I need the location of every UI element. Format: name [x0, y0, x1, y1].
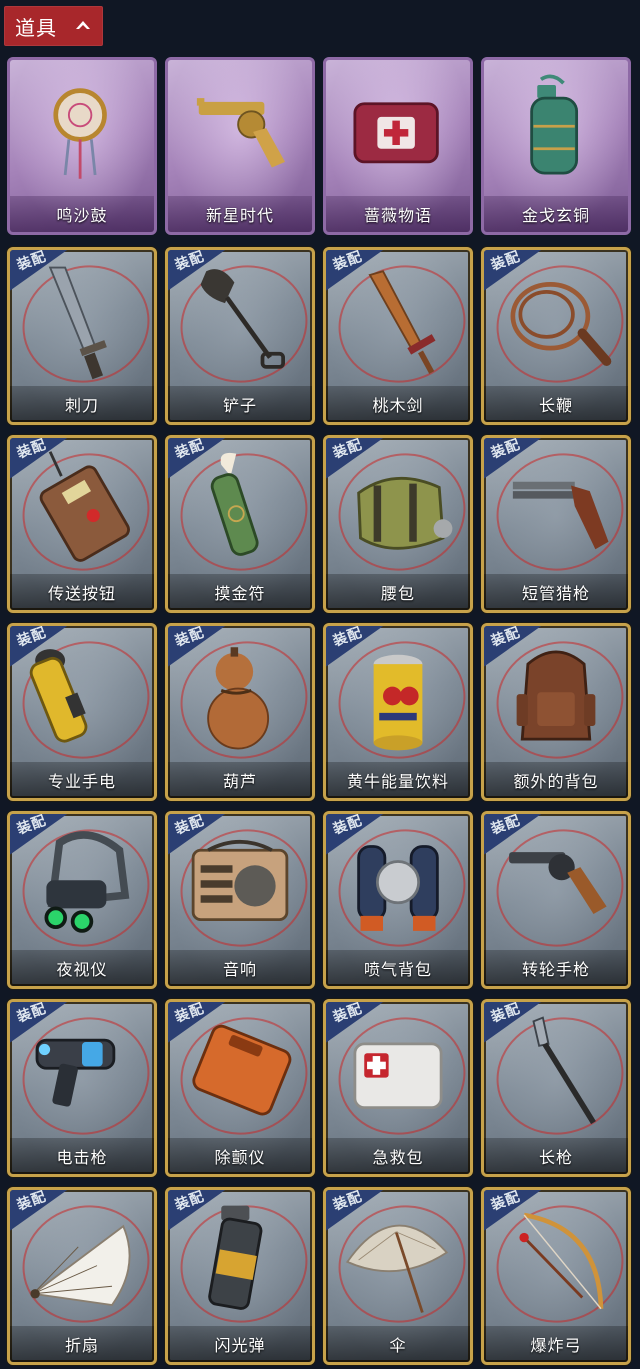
item-card[interactable]: 装配 额外的背包	[481, 623, 631, 801]
item-name: 腰包	[380, 584, 415, 603]
rose-medkit-icon	[353, 102, 439, 164]
item-name: 音响	[222, 960, 257, 979]
item-card[interactable]: 装配 长枪	[481, 999, 631, 1177]
item-name-bar: 长枪	[484, 1138, 628, 1174]
item-card[interactable]: 装配 铲子	[165, 247, 315, 425]
item-card[interactable]: 装配 急救包	[323, 999, 473, 1177]
item-name-bar: 转轮手枪	[484, 950, 628, 986]
item-name-bar: 长鞭	[484, 386, 628, 422]
item-card[interactable]: 装配 喷气背包	[323, 811, 473, 989]
item-name-bar: 折扇	[10, 1326, 154, 1362]
item-name: 折扇	[64, 1336, 99, 1355]
item-card[interactable]: 装配 爆炸弓	[481, 1187, 631, 1365]
item-name: 黄牛能量饮料	[346, 772, 449, 791]
item-name-bar: 夜视仪	[10, 950, 154, 986]
item-name: 铲子	[222, 396, 257, 415]
item-name-bar: 蔷薇物语	[326, 196, 470, 232]
item-name: 爆炸弓	[530, 1336, 582, 1355]
item-name-bar: 伞	[326, 1326, 470, 1362]
item-name-bar: 刺刀	[10, 386, 154, 422]
item-name: 伞	[389, 1336, 407, 1355]
item-card[interactable]: 装配 转轮手枪	[481, 811, 631, 989]
item-name: 闪光弹	[214, 1336, 266, 1355]
item-name: 夜视仪	[56, 960, 108, 979]
item-name: 传送按钮	[47, 584, 116, 603]
item-card[interactable]: 装配 音响	[165, 811, 315, 989]
item-name: 转轮手枪	[521, 960, 590, 979]
item-name: 蔷薇物语	[363, 206, 432, 225]
item-card[interactable]: 装配 黄牛能量饮料	[323, 623, 473, 801]
item-name: 新星时代	[205, 206, 274, 225]
golden-revolver-icon	[196, 98, 285, 168]
item-name-bar: 除颤仪	[168, 1138, 312, 1174]
item-name-bar: 额外的背包	[484, 762, 628, 798]
item-name: 额外的背包	[513, 772, 599, 791]
item-name: 摸金符	[214, 584, 266, 603]
dreamcatcher-drum-icon	[53, 88, 107, 179]
item-card[interactable]: 装配 夜视仪	[7, 811, 157, 989]
item-name-bar: 传送按钮	[10, 574, 154, 610]
item-name: 葫芦	[222, 772, 257, 791]
item-card[interactable]: 蔷薇物语	[323, 57, 473, 235]
item-card[interactable]: 装配 腰包	[323, 435, 473, 613]
item-name: 急救包	[372, 1148, 424, 1167]
item-name-bar: 专业手电	[10, 762, 154, 798]
item-name-bar: 新星时代	[168, 196, 312, 232]
item-card[interactable]: 装配 葫芦	[165, 623, 315, 801]
item-name-bar: 桃木剑	[326, 386, 470, 422]
item-card[interactable]: 装配 电击枪	[7, 999, 157, 1177]
item-card[interactable]: 装配 专业手电	[7, 623, 157, 801]
item-name: 鸣沙鼓	[56, 206, 108, 225]
item-name: 电击枪	[56, 1148, 108, 1167]
item-name-bar: 摸金符	[168, 574, 312, 610]
bronze-grenade-icon	[530, 74, 579, 175]
item-name: 金戈玄铜	[521, 206, 590, 225]
item-name: 长鞭	[538, 396, 573, 415]
item-card[interactable]: 装配 除颤仪	[165, 999, 315, 1177]
item-name-bar: 急救包	[326, 1138, 470, 1174]
item-name: 除颤仪	[214, 1148, 266, 1167]
item-card[interactable]: 金戈玄铜	[481, 57, 631, 235]
item-name-bar: 喷气背包	[326, 950, 470, 986]
item-name: 桃木剑	[372, 396, 424, 415]
item-card[interactable]: 装配 传送按钮	[7, 435, 157, 613]
item-name-bar: 短管猎枪	[484, 574, 628, 610]
item-card[interactable]: 装配 摸金符	[165, 435, 315, 613]
item-card[interactable]: 装配 折扇	[7, 1187, 157, 1365]
item-card[interactable]: 鸣沙鼓	[7, 57, 157, 235]
item-name: 喷气背包	[363, 960, 432, 979]
item-card[interactable]: 装配伞	[323, 1187, 473, 1365]
category-title: 道具	[15, 15, 57, 40]
chevron-up-icon	[76, 21, 90, 29]
item-name-bar: 爆炸弓	[484, 1326, 628, 1362]
item-name-bar: 电击枪	[10, 1138, 154, 1174]
item-name: 专业手电	[47, 772, 116, 791]
item-card[interactable]: 装配 闪光弹	[165, 1187, 315, 1365]
item-name-bar: 音响	[168, 950, 312, 986]
item-name-bar: 铲子	[168, 386, 312, 422]
item-name: 长枪	[538, 1148, 573, 1167]
item-card[interactable]: 装配 桃木剑	[323, 247, 473, 425]
category-toggle-button[interactable]: 道具	[4, 6, 103, 46]
item-name-bar: 闪光弹	[168, 1326, 312, 1362]
item-name-bar: 黄牛能量饮料	[326, 762, 470, 798]
item-card[interactable]: 装配 刺刀	[7, 247, 157, 425]
item-name-bar: 鸣沙鼓	[10, 196, 154, 232]
item-name: 短管猎枪	[521, 584, 590, 603]
item-card[interactable]: 新星时代	[165, 57, 315, 235]
item-name-bar: 葫芦	[168, 762, 312, 798]
item-name-bar: 金戈玄铜	[484, 196, 628, 232]
item-card[interactable]: 装配 长鞭	[481, 247, 631, 425]
item-name: 刺刀	[64, 396, 99, 415]
item-name-bar: 腰包	[326, 574, 470, 610]
item-card[interactable]: 装配 短管猎枪	[481, 435, 631, 613]
